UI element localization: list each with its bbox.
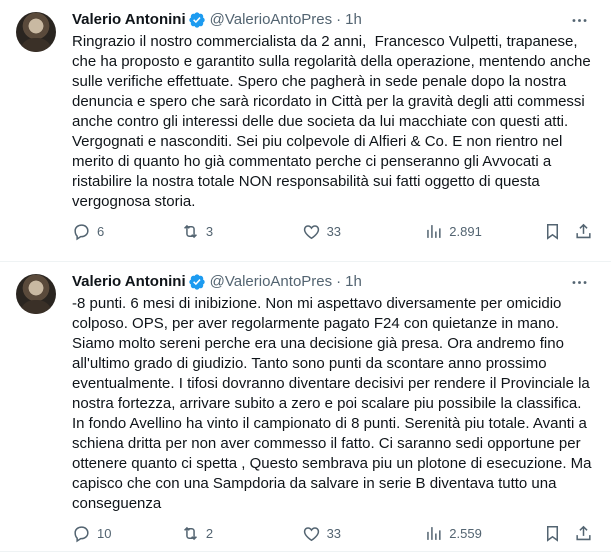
more-icon[interactable] (569, 10, 589, 30)
tweet-text: Ringrazio il nostro commercialista da 2 … (72, 33, 595, 210)
like-icon (303, 225, 319, 240)
tweet-text: -8 punti. 6 mesi di inibizione. Non mi a… (72, 295, 596, 512)
like-count: 33 (326, 526, 342, 541)
repost-button[interactable]: 3 (181, 222, 302, 241)
like-icon (303, 527, 319, 542)
repost-icon (183, 224, 197, 239)
tweet[interactable]: Valerio Antonini @ValerioAntoPres · 1h -… (0, 262, 611, 552)
views-count: 2.559 (449, 526, 482, 541)
repost-count: 2 (205, 526, 214, 541)
share-icon[interactable] (574, 222, 593, 241)
views-button[interactable]: 2.891 (424, 222, 543, 241)
author-name[interactable]: Valerio Antonini (72, 10, 186, 30)
reply-icon (74, 224, 89, 241)
avatar-column (16, 10, 64, 261)
like-button[interactable]: 33 (302, 524, 425, 543)
share-icon[interactable] (574, 524, 593, 543)
views-icon (427, 527, 441, 540)
views-icon (427, 225, 441, 238)
avatar-column (16, 272, 64, 551)
verified-badge-icon (188, 12, 205, 28)
like-count: 33 (326, 224, 342, 239)
reply-count: 6 (97, 224, 105, 239)
verified-badge-icon (188, 274, 205, 290)
separator: · (336, 273, 342, 290)
timestamp[interactable]: 1h (345, 10, 362, 30)
reply-count: 10 (97, 526, 112, 541)
tail-actions (543, 524, 593, 543)
bookmark-icon[interactable] (543, 524, 562, 543)
timestamp[interactable]: 1h (345, 272, 362, 292)
reply-icon (74, 526, 89, 543)
action-bar: 6 3 33 2.891 (72, 222, 595, 241)
reply-button[interactable]: 6 (72, 222, 181, 241)
avatar[interactable] (16, 12, 56, 52)
repost-icon (183, 526, 197, 541)
views-count: 2.891 (449, 224, 482, 239)
tweet-content: Valerio Antonini @ValerioAntoPres · 1h R… (72, 10, 595, 261)
views-button[interactable]: 2.559 (424, 524, 543, 543)
author-handle[interactable]: @ValerioAntoPres (210, 10, 333, 30)
like-button[interactable]: 33 (302, 222, 425, 241)
action-bar: 10 2 33 2.559 (72, 524, 595, 543)
author-name[interactable]: Valerio Antonini (72, 272, 186, 292)
tweet-header: Valerio Antonini @ValerioAntoPres · 1h (72, 10, 595, 30)
tweet-content: Valerio Antonini @ValerioAntoPres · 1h -… (72, 272, 595, 551)
tweet-header: Valerio Antonini @ValerioAntoPres · 1h (72, 272, 595, 292)
more-icon[interactable] (569, 272, 589, 292)
bookmark-icon[interactable] (543, 222, 562, 241)
reply-button[interactable]: 10 (72, 524, 181, 543)
tweet[interactable]: Valerio Antonini @ValerioAntoPres · 1h R… (0, 0, 611, 262)
separator: · (336, 11, 342, 28)
repost-button[interactable]: 2 (181, 524, 302, 543)
author-handle[interactable]: @ValerioAntoPres (210, 272, 333, 292)
repost-count: 3 (205, 224, 214, 239)
avatar[interactable] (16, 274, 56, 314)
timeline-feed: Valerio Antonini @ValerioAntoPres · 1h R… (0, 0, 611, 552)
tail-actions (543, 222, 593, 241)
